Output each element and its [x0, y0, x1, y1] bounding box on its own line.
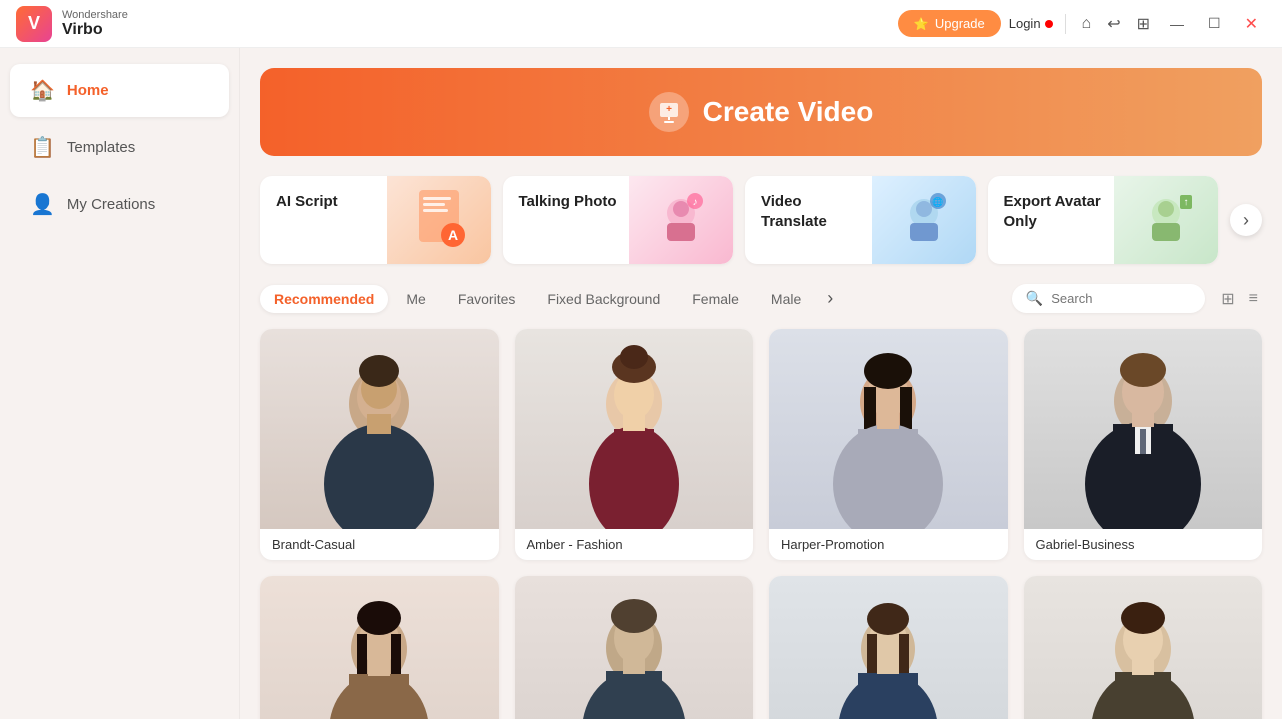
app-logo-text: Wondershare Virbo: [62, 9, 128, 39]
avatar-image-row2-1: [260, 576, 499, 719]
avatar-grid: Brandt-Casual: [260, 329, 1262, 719]
create-video-icon: +: [649, 92, 689, 132]
login-button[interactable]: Login: [1009, 16, 1053, 31]
feature-card-ai-script[interactable]: AI Script A: [260, 176, 491, 264]
avatar-image-amber: [515, 329, 754, 529]
export-avatar-thumb: ↑: [1114, 176, 1218, 264]
avatar-label-amber: Amber - Fashion: [515, 529, 754, 560]
grid-icon[interactable]: ⊞: [1133, 10, 1154, 38]
sidebar-item-my-creations-label: My Creations: [67, 196, 155, 213]
avatar-card-row2-2[interactable]: [515, 576, 754, 719]
sidebar-item-home-label: Home: [67, 82, 109, 99]
content-area: + Create Video AI Script: [240, 48, 1282, 719]
feature-card-export-avatar[interactable]: Export Avatar Only ↑: [988, 176, 1219, 264]
titlebar-separator: [1065, 14, 1066, 34]
filter-more-button[interactable]: ›: [819, 284, 841, 313]
sidebar-item-home[interactable]: 🏠 Home: [10, 64, 229, 117]
avatar-card-row2-4[interactable]: [1024, 576, 1263, 719]
feature-card-video-translate[interactable]: Video Translate 🌐: [745, 176, 976, 264]
filter-recommended[interactable]: Recommended: [260, 285, 388, 313]
create-video-label: Create Video: [703, 96, 874, 128]
main-layout: 🏠 Home 📋 Templates 👤 My Creations +: [0, 48, 1282, 719]
avatar-label-gabriel: Gabriel-Business: [1024, 529, 1263, 560]
export-avatar-title: Export Avatar Only: [1004, 192, 1113, 231]
filter-me[interactable]: Me: [392, 285, 439, 313]
avatar-card-harper[interactable]: Harper-Promotion: [769, 329, 1008, 560]
search-icon: 🔍: [1026, 290, 1043, 307]
feature-cards-row: AI Script A Talking Ph: [260, 176, 1262, 264]
svg-text:♪: ♪: [693, 197, 698, 208]
avatar-card-gabriel[interactable]: Gabriel-Business: [1024, 329, 1263, 560]
templates-icon: 📋: [30, 135, 55, 160]
avatar-card-brandt[interactable]: Brandt-Casual: [260, 329, 499, 560]
app-brand: Wondershare: [62, 9, 128, 21]
talking-photo-title: Talking Photo: [519, 192, 628, 212]
filter-fixed-background[interactable]: Fixed Background: [533, 285, 674, 313]
ai-script-title: AI Script: [276, 192, 385, 212]
app-logo-icon: V: [16, 6, 52, 42]
grid-view-button[interactable]: ⊞: [1217, 285, 1238, 313]
filter-male[interactable]: Male: [757, 285, 815, 313]
titlebar: V Wondershare Virbo Upgrade Login ⌂ ↩ ⊞ …: [0, 0, 1282, 48]
sidebar-item-templates-label: Templates: [67, 139, 135, 156]
create-video-banner[interactable]: + Create Video: [260, 68, 1262, 156]
titlebar-left: V Wondershare Virbo: [16, 6, 128, 42]
avatar-card-row2-1[interactable]: [260, 576, 499, 719]
avatar-image-row2-2: [515, 576, 754, 719]
my-creations-icon: 👤: [30, 192, 55, 217]
talking-photo-thumb: ♪: [629, 176, 733, 264]
filter-tabs: Recommended Me Favorites Fixed Backgroun…: [260, 284, 1262, 313]
titlebar-right: Upgrade Login ⌂ ↩ ⊞ — ☐ ✕: [898, 10, 1266, 38]
login-status-dot: [1045, 20, 1053, 28]
search-box: 🔍: [1012, 284, 1205, 313]
feature-card-talking-photo[interactable]: Talking Photo ♪: [503, 176, 734, 264]
close-button[interactable]: ✕: [1237, 10, 1266, 38]
avatar-card-row2-3[interactable]: [769, 576, 1008, 719]
minimize-button[interactable]: —: [1162, 12, 1192, 36]
sidebar: 🏠 Home 📋 Templates 👤 My Creations: [0, 48, 240, 719]
filter-female[interactable]: Female: [678, 285, 753, 313]
sidebar-item-templates[interactable]: 📋 Templates: [10, 121, 229, 174]
sidebar-item-my-creations[interactable]: 👤 My Creations: [10, 178, 229, 231]
svg-text:🌐: 🌐: [932, 196, 943, 207]
app-name: Virbo: [62, 21, 128, 39]
list-view-button[interactable]: ≡: [1245, 285, 1262, 313]
search-input[interactable]: [1051, 291, 1191, 306]
svg-text:↑: ↑: [1184, 197, 1189, 208]
avatar-image-row2-4: [1024, 576, 1263, 719]
avatar-card-amber[interactable]: Amber - Fashion: [515, 329, 754, 560]
video-translate-thumb: 🌐: [872, 176, 976, 264]
feature-cards-next-button[interactable]: ›: [1230, 204, 1262, 236]
maximize-button[interactable]: ☐: [1200, 11, 1229, 36]
undo-icon[interactable]: ↩: [1103, 10, 1124, 38]
video-translate-title: Video Translate: [761, 192, 870, 231]
svg-text:+: +: [666, 104, 672, 115]
avatar-image-harper: [769, 329, 1008, 529]
view-toggle: ⊞ ≡: [1217, 285, 1262, 313]
avatar-image-gabriel: [1024, 329, 1263, 529]
avatar-label-harper: Harper-Promotion: [769, 529, 1008, 560]
create-banner-inner: + Create Video: [649, 92, 874, 132]
svg-text:A: A: [448, 227, 458, 243]
filter-favorites[interactable]: Favorites: [444, 285, 530, 313]
avatar-label-brandt: Brandt-Casual: [260, 529, 499, 560]
avatar-image-row2-3: [769, 576, 1008, 719]
upgrade-button[interactable]: Upgrade: [898, 10, 1001, 37]
avatar-image-brandt: [260, 329, 499, 529]
home-icon: 🏠: [30, 78, 55, 103]
ai-script-thumb: A: [387, 176, 491, 264]
home-nav-icon[interactable]: ⌂: [1078, 11, 1096, 37]
